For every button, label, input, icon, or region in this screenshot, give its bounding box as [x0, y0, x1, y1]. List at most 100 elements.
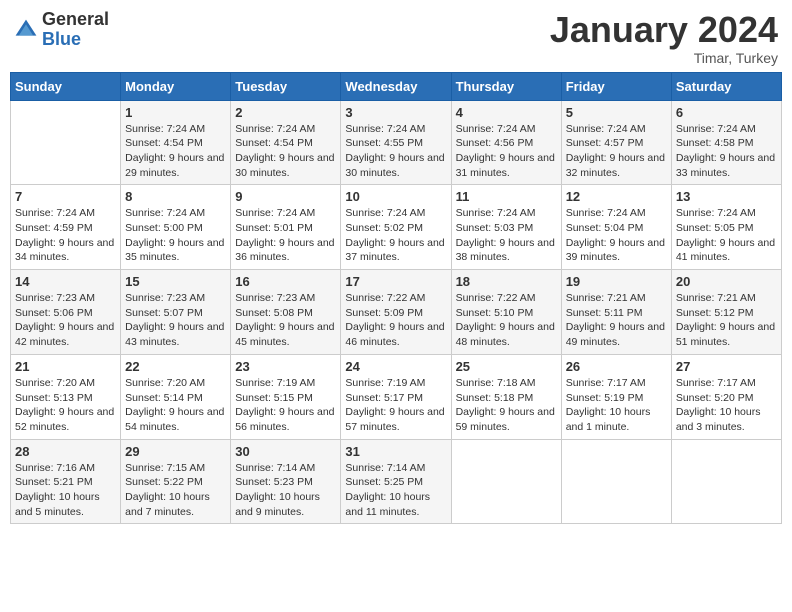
calendar-cell: [671, 439, 781, 524]
day-info: Sunrise: 7:19 AMSunset: 5:17 PMDaylight:…: [345, 376, 446, 435]
calendar-cell: 29 Sunrise: 7:15 AMSunset: 5:22 PMDayligh…: [121, 439, 231, 524]
day-info: Sunrise: 7:24 AMSunset: 5:01 PMDaylight:…: [235, 206, 336, 265]
day-number: 12: [566, 189, 667, 204]
day-info: Sunrise: 7:20 AMSunset: 5:14 PMDaylight:…: [125, 376, 226, 435]
calendar-cell: 20Sunrise: 7:21 AMSunset: 5:12 PMDayligh…: [671, 270, 781, 355]
calendar-cell: 25 Sunrise: 7:18 AMSunset: 5:18 PMDayligh…: [451, 354, 561, 439]
header-tuesday: Tuesday: [231, 72, 341, 100]
day-number: 23: [235, 359, 336, 374]
calendar-cell: [451, 439, 561, 524]
day-number: 20: [676, 274, 777, 289]
calendar-week-row: 14Sunrise: 7:23 AMSunset: 5:06 PMDayligh…: [11, 270, 782, 355]
day-info: Sunrise: 7:15 AMSunset: 5:22 PMDaylight:…: [125, 461, 226, 520]
location: Timar, Turkey: [550, 50, 778, 66]
day-info: Sunrise: 7:22 AMSunset: 5:10 PMDaylight:…: [456, 291, 557, 350]
calendar-cell: 11Sunrise: 7:24 AMSunset: 5:03 PMDayligh…: [451, 185, 561, 270]
day-info: Sunrise: 7:17 AMSunset: 5:20 PMDaylight:…: [676, 376, 777, 435]
logo-text: General Blue: [42, 10, 109, 50]
calendar-cell: 14Sunrise: 7:23 AMSunset: 5:06 PMDayligh…: [11, 270, 121, 355]
day-number: 21: [15, 359, 116, 374]
day-number: 7: [15, 189, 116, 204]
calendar-cell: 1 Sunrise: 7:24 AMSunset: 4:54 PMDaylight…: [121, 100, 231, 185]
day-info: Sunrise: 7:24 AMSunset: 4:54 PMDaylight:…: [125, 122, 226, 181]
calendar-cell: 7 Sunrise: 7:24 AMSunset: 4:59 PMDaylight…: [11, 185, 121, 270]
day-number: 25: [456, 359, 557, 374]
day-info: Sunrise: 7:23 AMSunset: 5:07 PMDaylight:…: [125, 291, 226, 350]
day-number: 22: [125, 359, 226, 374]
day-number: 19: [566, 274, 667, 289]
day-number: 10: [345, 189, 446, 204]
calendar-cell: 22 Sunrise: 7:20 AMSunset: 5:14 PMDayligh…: [121, 354, 231, 439]
calendar-cell: 3 Sunrise: 7:24 AMSunset: 4:55 PMDaylight…: [341, 100, 451, 185]
day-info: Sunrise: 7:24 AMSunset: 5:04 PMDaylight:…: [566, 206, 667, 265]
day-number: 18: [456, 274, 557, 289]
day-number: 1: [125, 105, 226, 120]
day-number: 16: [235, 274, 336, 289]
header-wednesday: Wednesday: [341, 72, 451, 100]
day-info: Sunrise: 7:24 AMSunset: 4:59 PMDaylight:…: [15, 206, 116, 265]
day-info: Sunrise: 7:22 AMSunset: 5:09 PMDaylight:…: [345, 291, 446, 350]
day-info: Sunrise: 7:14 AMSunset: 5:23 PMDaylight:…: [235, 461, 336, 520]
day-number: 28: [15, 444, 116, 459]
day-number: 3: [345, 105, 446, 120]
calendar-week-row: 28 Sunrise: 7:16 AMSunset: 5:21 PMDayligh…: [11, 439, 782, 524]
day-info: Sunrise: 7:24 AMSunset: 4:55 PMDaylight:…: [345, 122, 446, 181]
day-number: 6: [676, 105, 777, 120]
calendar-cell: 5 Sunrise: 7:24 AMSunset: 4:57 PMDaylight…: [561, 100, 671, 185]
calendar-cell: 15 Sunrise: 7:23 AMSunset: 5:07 PMDayligh…: [121, 270, 231, 355]
calendar-cell: 28 Sunrise: 7:16 AMSunset: 5:21 PMDayligh…: [11, 439, 121, 524]
day-number: 4: [456, 105, 557, 120]
calendar-cell: 17 Sunrise: 7:22 AMSunset: 5:09 PMDayligh…: [341, 270, 451, 355]
calendar-header-row: SundayMondayTuesdayWednesdayThursdayFrid…: [11, 72, 782, 100]
calendar-week-row: 21 Sunrise: 7:20 AMSunset: 5:13 PMDayligh…: [11, 354, 782, 439]
day-number: 15: [125, 274, 226, 289]
calendar-cell: 18 Sunrise: 7:22 AMSunset: 5:10 PMDayligh…: [451, 270, 561, 355]
calendar-cell: 21 Sunrise: 7:20 AMSunset: 5:13 PMDayligh…: [11, 354, 121, 439]
header-saturday: Saturday: [671, 72, 781, 100]
page-header: General Blue January 2024 Timar, Turkey: [10, 10, 782, 66]
header-sunday: Sunday: [11, 72, 121, 100]
day-info: Sunrise: 7:24 AMSunset: 4:57 PMDaylight:…: [566, 122, 667, 181]
calendar-cell: 23Sunrise: 7:19 AMSunset: 5:15 PMDayligh…: [231, 354, 341, 439]
day-info: Sunrise: 7:24 AMSunset: 4:56 PMDaylight:…: [456, 122, 557, 181]
day-number: 11: [456, 189, 557, 204]
day-info: Sunrise: 7:16 AMSunset: 5:21 PMDaylight:…: [15, 461, 116, 520]
calendar-cell: 26Sunrise: 7:17 AMSunset: 5:19 PMDayligh…: [561, 354, 671, 439]
day-number: 17: [345, 274, 446, 289]
calendar-cell: 31Sunrise: 7:14 AMSunset: 5:25 PMDayligh…: [341, 439, 451, 524]
calendar-cell: 30 Sunrise: 7:14 AMSunset: 5:23 PMDayligh…: [231, 439, 341, 524]
day-number: 2: [235, 105, 336, 120]
calendar-cell: 16Sunrise: 7:23 AMSunset: 5:08 PMDayligh…: [231, 270, 341, 355]
day-number: 31: [345, 444, 446, 459]
day-number: 26: [566, 359, 667, 374]
title-block: January 2024 Timar, Turkey: [550, 10, 778, 66]
calendar-cell: 9Sunrise: 7:24 AMSunset: 5:01 PMDaylight…: [231, 185, 341, 270]
header-thursday: Thursday: [451, 72, 561, 100]
header-monday: Monday: [121, 72, 231, 100]
logo: General Blue: [14, 10, 109, 50]
day-info: Sunrise: 7:24 AMSunset: 5:02 PMDaylight:…: [345, 206, 446, 265]
calendar-cell: 4 Sunrise: 7:24 AMSunset: 4:56 PMDaylight…: [451, 100, 561, 185]
calendar-week-row: 1 Sunrise: 7:24 AMSunset: 4:54 PMDaylight…: [11, 100, 782, 185]
day-info: Sunrise: 7:24 AMSunset: 5:00 PMDaylight:…: [125, 206, 226, 265]
day-number: 8: [125, 189, 226, 204]
logo-general: General: [42, 10, 109, 30]
calendar-cell: 10 Sunrise: 7:24 AMSunset: 5:02 PMDayligh…: [341, 185, 451, 270]
calendar-cell: 27Sunrise: 7:17 AMSunset: 5:20 PMDayligh…: [671, 354, 781, 439]
day-info: Sunrise: 7:24 AMSunset: 5:05 PMDaylight:…: [676, 206, 777, 265]
calendar-cell: [561, 439, 671, 524]
month-title: January 2024: [550, 10, 778, 50]
logo-icon: [14, 18, 38, 42]
day-number: 30: [235, 444, 336, 459]
day-number: 29: [125, 444, 226, 459]
calendar-cell: [11, 100, 121, 185]
day-info: Sunrise: 7:20 AMSunset: 5:13 PMDaylight:…: [15, 376, 116, 435]
logo-blue: Blue: [42, 30, 109, 50]
day-info: Sunrise: 7:18 AMSunset: 5:18 PMDaylight:…: [456, 376, 557, 435]
header-friday: Friday: [561, 72, 671, 100]
day-info: Sunrise: 7:24 AMSunset: 4:54 PMDaylight:…: [235, 122, 336, 181]
day-number: 13: [676, 189, 777, 204]
day-number: 5: [566, 105, 667, 120]
calendar-cell: 8 Sunrise: 7:24 AMSunset: 5:00 PMDaylight…: [121, 185, 231, 270]
calendar-table: SundayMondayTuesdayWednesdayThursdayFrid…: [10, 72, 782, 525]
